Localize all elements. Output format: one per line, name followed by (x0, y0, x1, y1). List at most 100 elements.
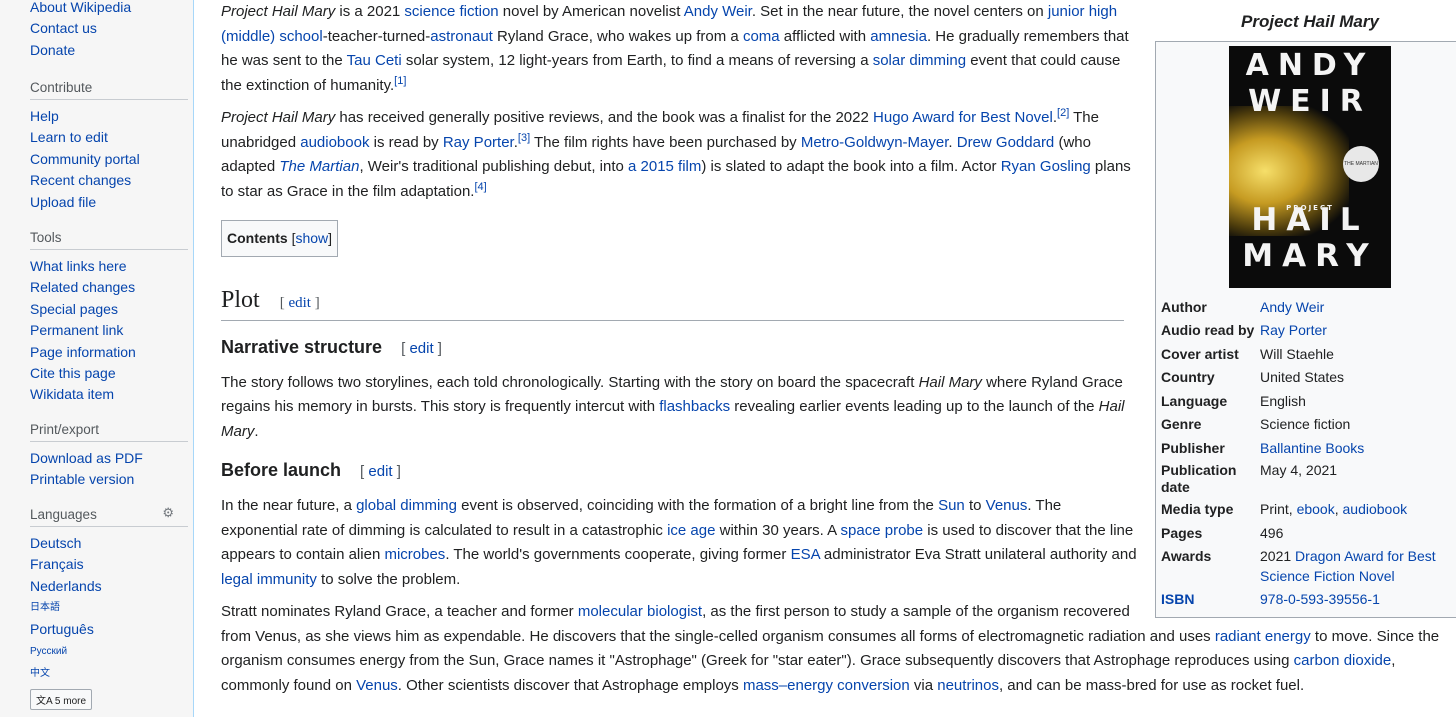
languages-heading-label: Languages (30, 507, 97, 522)
lang-link-portugues[interactable]: Português (30, 621, 94, 637)
link-sun[interactable]: Sun (938, 497, 965, 514)
text: ) is slated to adapt the book into a fil… (701, 158, 1001, 175)
infobox: Project Hail Mary ANDY WEIR THE MARTIAN … (1155, 6, 1456, 618)
more-languages-label: 5 more (54, 695, 87, 707)
sidebar-link-learn-to-edit[interactable]: Learn to edit (30, 129, 108, 145)
sidebar-link-related-changes[interactable]: Related changes (30, 279, 135, 295)
edit-before-launch-link[interactable]: edit (368, 463, 392, 480)
table-of-contents: Contents [show] (221, 220, 339, 257)
link-science-fiction[interactable]: science fiction (404, 3, 498, 20)
sidebar-link-community-portal[interactable]: Community portal (30, 151, 140, 167)
link-mass-energy-conversion[interactable]: mass–energy conversion (743, 677, 910, 694)
link-ice-age[interactable]: ice age (667, 522, 715, 539)
print-export-heading: Print/export (30, 422, 188, 442)
lang-link-nederlands[interactable]: Nederlands (30, 578, 102, 594)
infobox-row-genre: Genre Science fiction (1161, 413, 1456, 437)
toc-show-toggle[interactable]: show (295, 230, 328, 246)
infobox-label: Awards (1161, 548, 1212, 564)
link-audiobook[interactable]: audiobook (300, 134, 369, 151)
infobox-media-sep: , (1334, 501, 1343, 517)
citation-link[interactable]: [2] (1057, 107, 1069, 119)
infobox-author-link[interactable]: Andy Weir (1260, 299, 1324, 315)
article-content: Project Hail Mary ANDY WEIR THE MARTIAN … (193, 0, 1456, 717)
more-languages-button[interactable]: 文A 5 more (30, 688, 93, 710)
sidebar-link-about-wikipedia[interactable]: About Wikipedia (30, 0, 131, 15)
link-mgm[interactable]: Metro-Goldwyn-Mayer (801, 134, 949, 151)
link-venus[interactable]: Venus (356, 677, 398, 694)
text: event is observed, coinciding with the f… (456, 497, 939, 514)
infobox-row-author: Author Andy Weir (1161, 296, 1456, 320)
link-radiant-energy[interactable]: radiant energy (1215, 628, 1311, 645)
edit-narrative-link[interactable]: edit (409, 340, 433, 357)
sidebar-link-download-pdf[interactable]: Download as PDF (30, 450, 143, 466)
sidebar-link-help[interactable]: Help (30, 108, 59, 124)
infobox-narrator-link[interactable]: Ray Porter (1260, 322, 1327, 338)
citation-link[interactable]: [1] (394, 75, 406, 87)
sidebar-link-wikidata-item[interactable]: Wikidata item (30, 386, 114, 402)
text: revealing earlier events leading up to t… (730, 398, 1099, 415)
lang-link-deutsch[interactable]: Deutsch (30, 535, 81, 551)
link-ryan-gosling[interactable]: Ryan Gosling (1001, 158, 1091, 175)
link-the-martian[interactable]: The Martian (279, 158, 359, 175)
sidebar-link-page-information[interactable]: Page information (30, 344, 136, 360)
link-2015-film[interactable]: a 2015 film (628, 158, 701, 175)
sidebar-link-recent-changes[interactable]: Recent changes (30, 172, 131, 188)
section-heading-plot: Plot [ edit ] (221, 285, 1124, 321)
sidebar-link-printable-version[interactable]: Printable version (30, 471, 134, 487)
sidebar-link-permanent-link[interactable]: Permanent link (30, 322, 123, 338)
link-neutrinos[interactable]: neutrinos (937, 677, 999, 694)
text: , and can be mass-bred for use as rocket… (998, 676, 1305, 694)
lang-link-japanese[interactable]: 日本語 (30, 602, 60, 613)
sidebar-link-special-pages[interactable]: Special pages (30, 301, 118, 317)
link-hugo-award[interactable]: Hugo Award for Best Novel (873, 109, 1053, 126)
article-title-italic: Project Hail Mary (221, 109, 336, 126)
link-andy-weir[interactable]: Andy Weir (684, 3, 752, 20)
link-amnesia[interactable]: amnesia (870, 28, 927, 45)
link-carbon-dioxide[interactable]: carbon dioxide (1294, 652, 1392, 669)
link-legal-immunity[interactable]: legal immunity (221, 571, 317, 588)
heading-text: Plot (221, 286, 260, 313)
article-body: Project Hail Mary ANDY WEIR THE MARTIAN … (221, 0, 1456, 706)
sidebar-link-what-links-here[interactable]: What links here (30, 258, 126, 274)
link-ray-porter[interactable]: Ray Porter (443, 134, 514, 151)
heading-text: Before launch (221, 460, 342, 480)
link-astronaut[interactable]: astronaut (430, 28, 493, 45)
link-esa[interactable]: ESA (791, 546, 820, 563)
sidebar-link-cite-this-page[interactable]: Cite this page (30, 365, 116, 381)
link-flashbacks[interactable]: flashbacks (659, 398, 730, 415)
sidebar-link-donate[interactable]: Donate (30, 42, 75, 58)
link-venus[interactable]: Venus (986, 497, 1028, 514)
link-space-probe[interactable]: space probe (841, 522, 924, 539)
link-tau-ceti[interactable]: Tau Ceti (347, 52, 402, 69)
infobox-value: May 4, 2021 (1260, 462, 1338, 478)
infobox-label: Genre (1161, 416, 1202, 432)
lang-link-russian[interactable]: Русский (30, 646, 67, 657)
citation-link[interactable]: [3] (518, 132, 530, 144)
book-cover-image[interactable]: ANDY WEIR THE MARTIAN PROJECT HAIL MARY (1229, 45, 1391, 288)
link-microbes[interactable]: microbes (384, 546, 445, 563)
infobox-audiobook-link[interactable]: audiobook (1343, 501, 1408, 517)
infobox-row-publication-date: Publication date May 4, 2021 (1161, 460, 1456, 498)
gear-icon[interactable]: ⚙ (162, 505, 174, 521)
sidebar-link-contact-us[interactable]: Contact us (30, 20, 97, 36)
infobox-publisher-link[interactable]: Ballantine Books (1260, 440, 1364, 456)
sidebar-top-links: About Wikipedia Contact us Donate (30, 0, 188, 61)
text: . Other scientists discover that Astroph… (397, 676, 743, 694)
link-coma[interactable]: coma (743, 28, 780, 45)
lang-link-chinese[interactable]: 中文 (30, 668, 50, 679)
link-molecular-biologist[interactable]: molecular biologist (578, 603, 702, 620)
italic-hail-mary: Hail Mary (918, 373, 982, 391)
link-drew-goddard[interactable]: Drew Goddard (957, 134, 1055, 151)
lang-link-francais[interactable]: Français (30, 556, 84, 572)
infobox-ebook-link[interactable]: ebook (1297, 501, 1335, 517)
toc-label: Contents (227, 230, 288, 246)
sidebar-link-upload-file[interactable]: Upload file (30, 194, 96, 210)
infobox-isbn-link[interactable]: 978-0-593-39556-1 (1260, 591, 1380, 607)
infobox-media-print: Print, (1260, 501, 1297, 517)
edit-plot-link[interactable]: edit (288, 295, 311, 311)
link-solar-dimming[interactable]: solar dimming (873, 52, 966, 69)
infobox-isbn-label-link[interactable]: ISBN (1161, 591, 1194, 607)
citation-link[interactable]: [4] (474, 181, 486, 193)
link-global-dimming[interactable]: global dimming (356, 497, 457, 514)
text: -teacher-turned- (322, 27, 431, 45)
